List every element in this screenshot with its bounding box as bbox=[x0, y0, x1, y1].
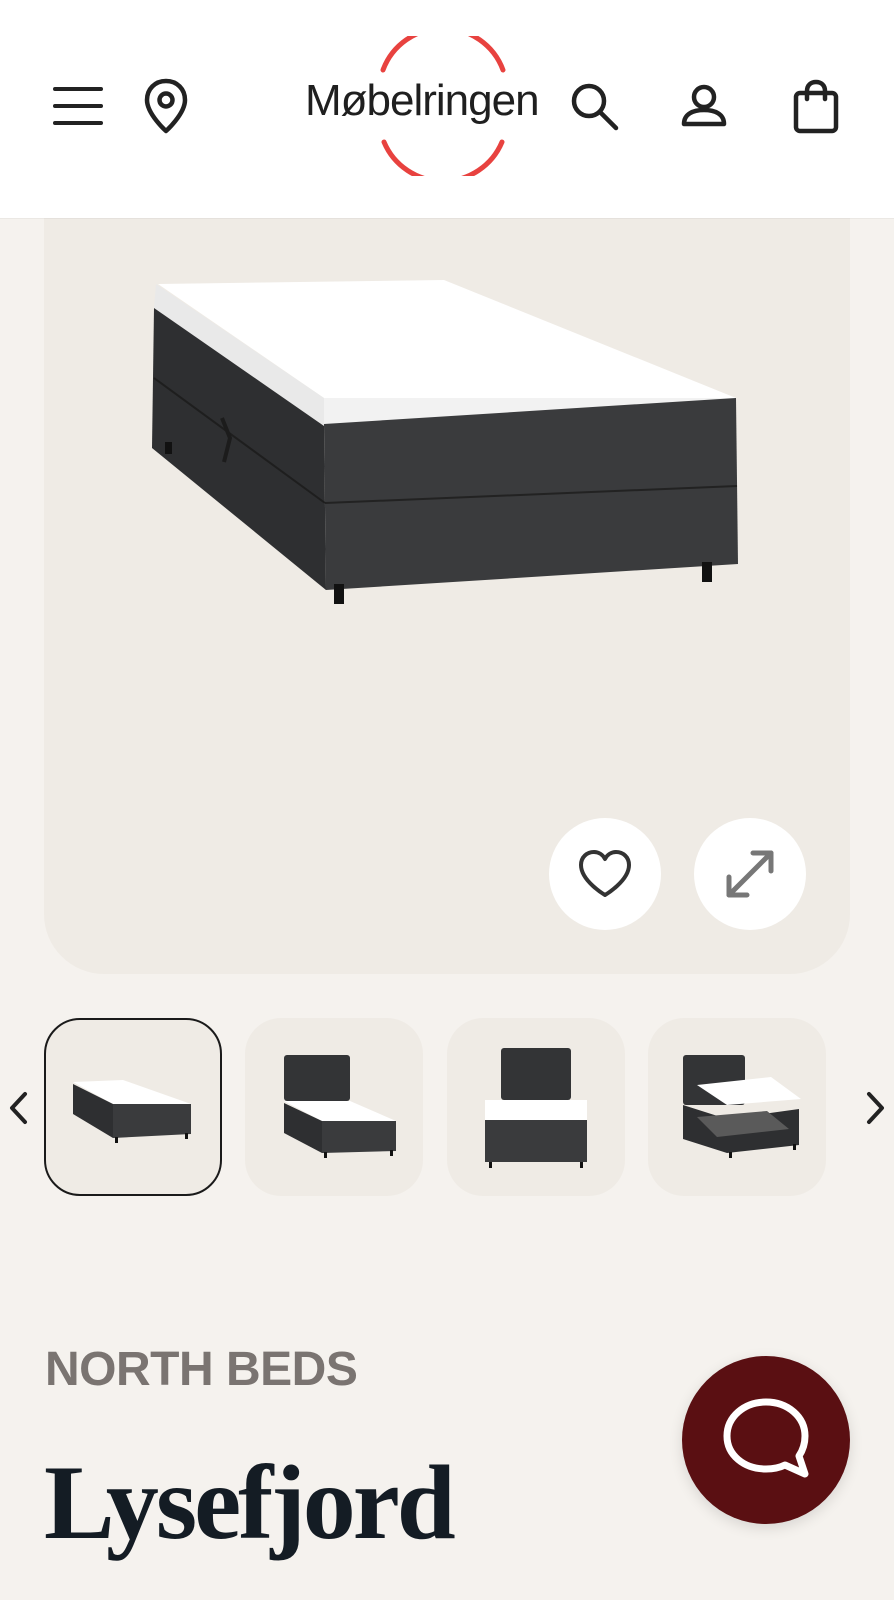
favorite-button[interactable] bbox=[549, 818, 661, 930]
thumbnail-carousel bbox=[0, 1018, 894, 1200]
heart-icon bbox=[579, 850, 631, 897]
product-title: Lysefjord bbox=[44, 1444, 456, 1561]
store-locator-button[interactable] bbox=[140, 76, 192, 136]
product-brand[interactable]: NORTH BEDS bbox=[45, 1342, 358, 1397]
account-button[interactable] bbox=[678, 80, 730, 132]
cart-button[interactable] bbox=[790, 78, 842, 136]
location-pin-icon bbox=[144, 78, 188, 134]
user-icon bbox=[681, 84, 727, 127]
chevron-left-icon bbox=[10, 1092, 27, 1124]
site-header: Møbelringen bbox=[0, 0, 894, 218]
bed-thumbnail-image bbox=[73, 1080, 191, 1143]
search-button[interactable] bbox=[566, 78, 622, 134]
bed-thumbnail-image bbox=[683, 1055, 801, 1158]
chat-button[interactable] bbox=[682, 1356, 850, 1524]
shopping-bag-icon bbox=[793, 79, 839, 134]
thumbnail-4[interactable] bbox=[648, 1018, 826, 1196]
carousel-prev-button[interactable] bbox=[0, 1088, 36, 1128]
expand-button[interactable] bbox=[694, 818, 806, 930]
thumbnail-3[interactable] bbox=[447, 1018, 625, 1196]
brand-logo[interactable]: Møbelringen bbox=[305, 36, 585, 176]
logo-text: Møbelringen bbox=[305, 76, 540, 125]
expand-icon bbox=[726, 850, 774, 898]
menu-button[interactable] bbox=[48, 80, 108, 132]
bed-thumbnail-image bbox=[485, 1048, 587, 1168]
thumbnail-2[interactable] bbox=[245, 1018, 423, 1196]
carousel-next-button[interactable] bbox=[858, 1088, 894, 1128]
menu-icon bbox=[53, 87, 103, 125]
chevron-right-icon bbox=[867, 1092, 884, 1124]
thumbnail-1[interactable] bbox=[44, 1018, 222, 1196]
bed-thumbnail-image bbox=[284, 1055, 396, 1158]
chat-bubble-icon bbox=[723, 1398, 809, 1478]
search-icon bbox=[571, 83, 619, 131]
product-image-main[interactable] bbox=[44, 218, 850, 974]
